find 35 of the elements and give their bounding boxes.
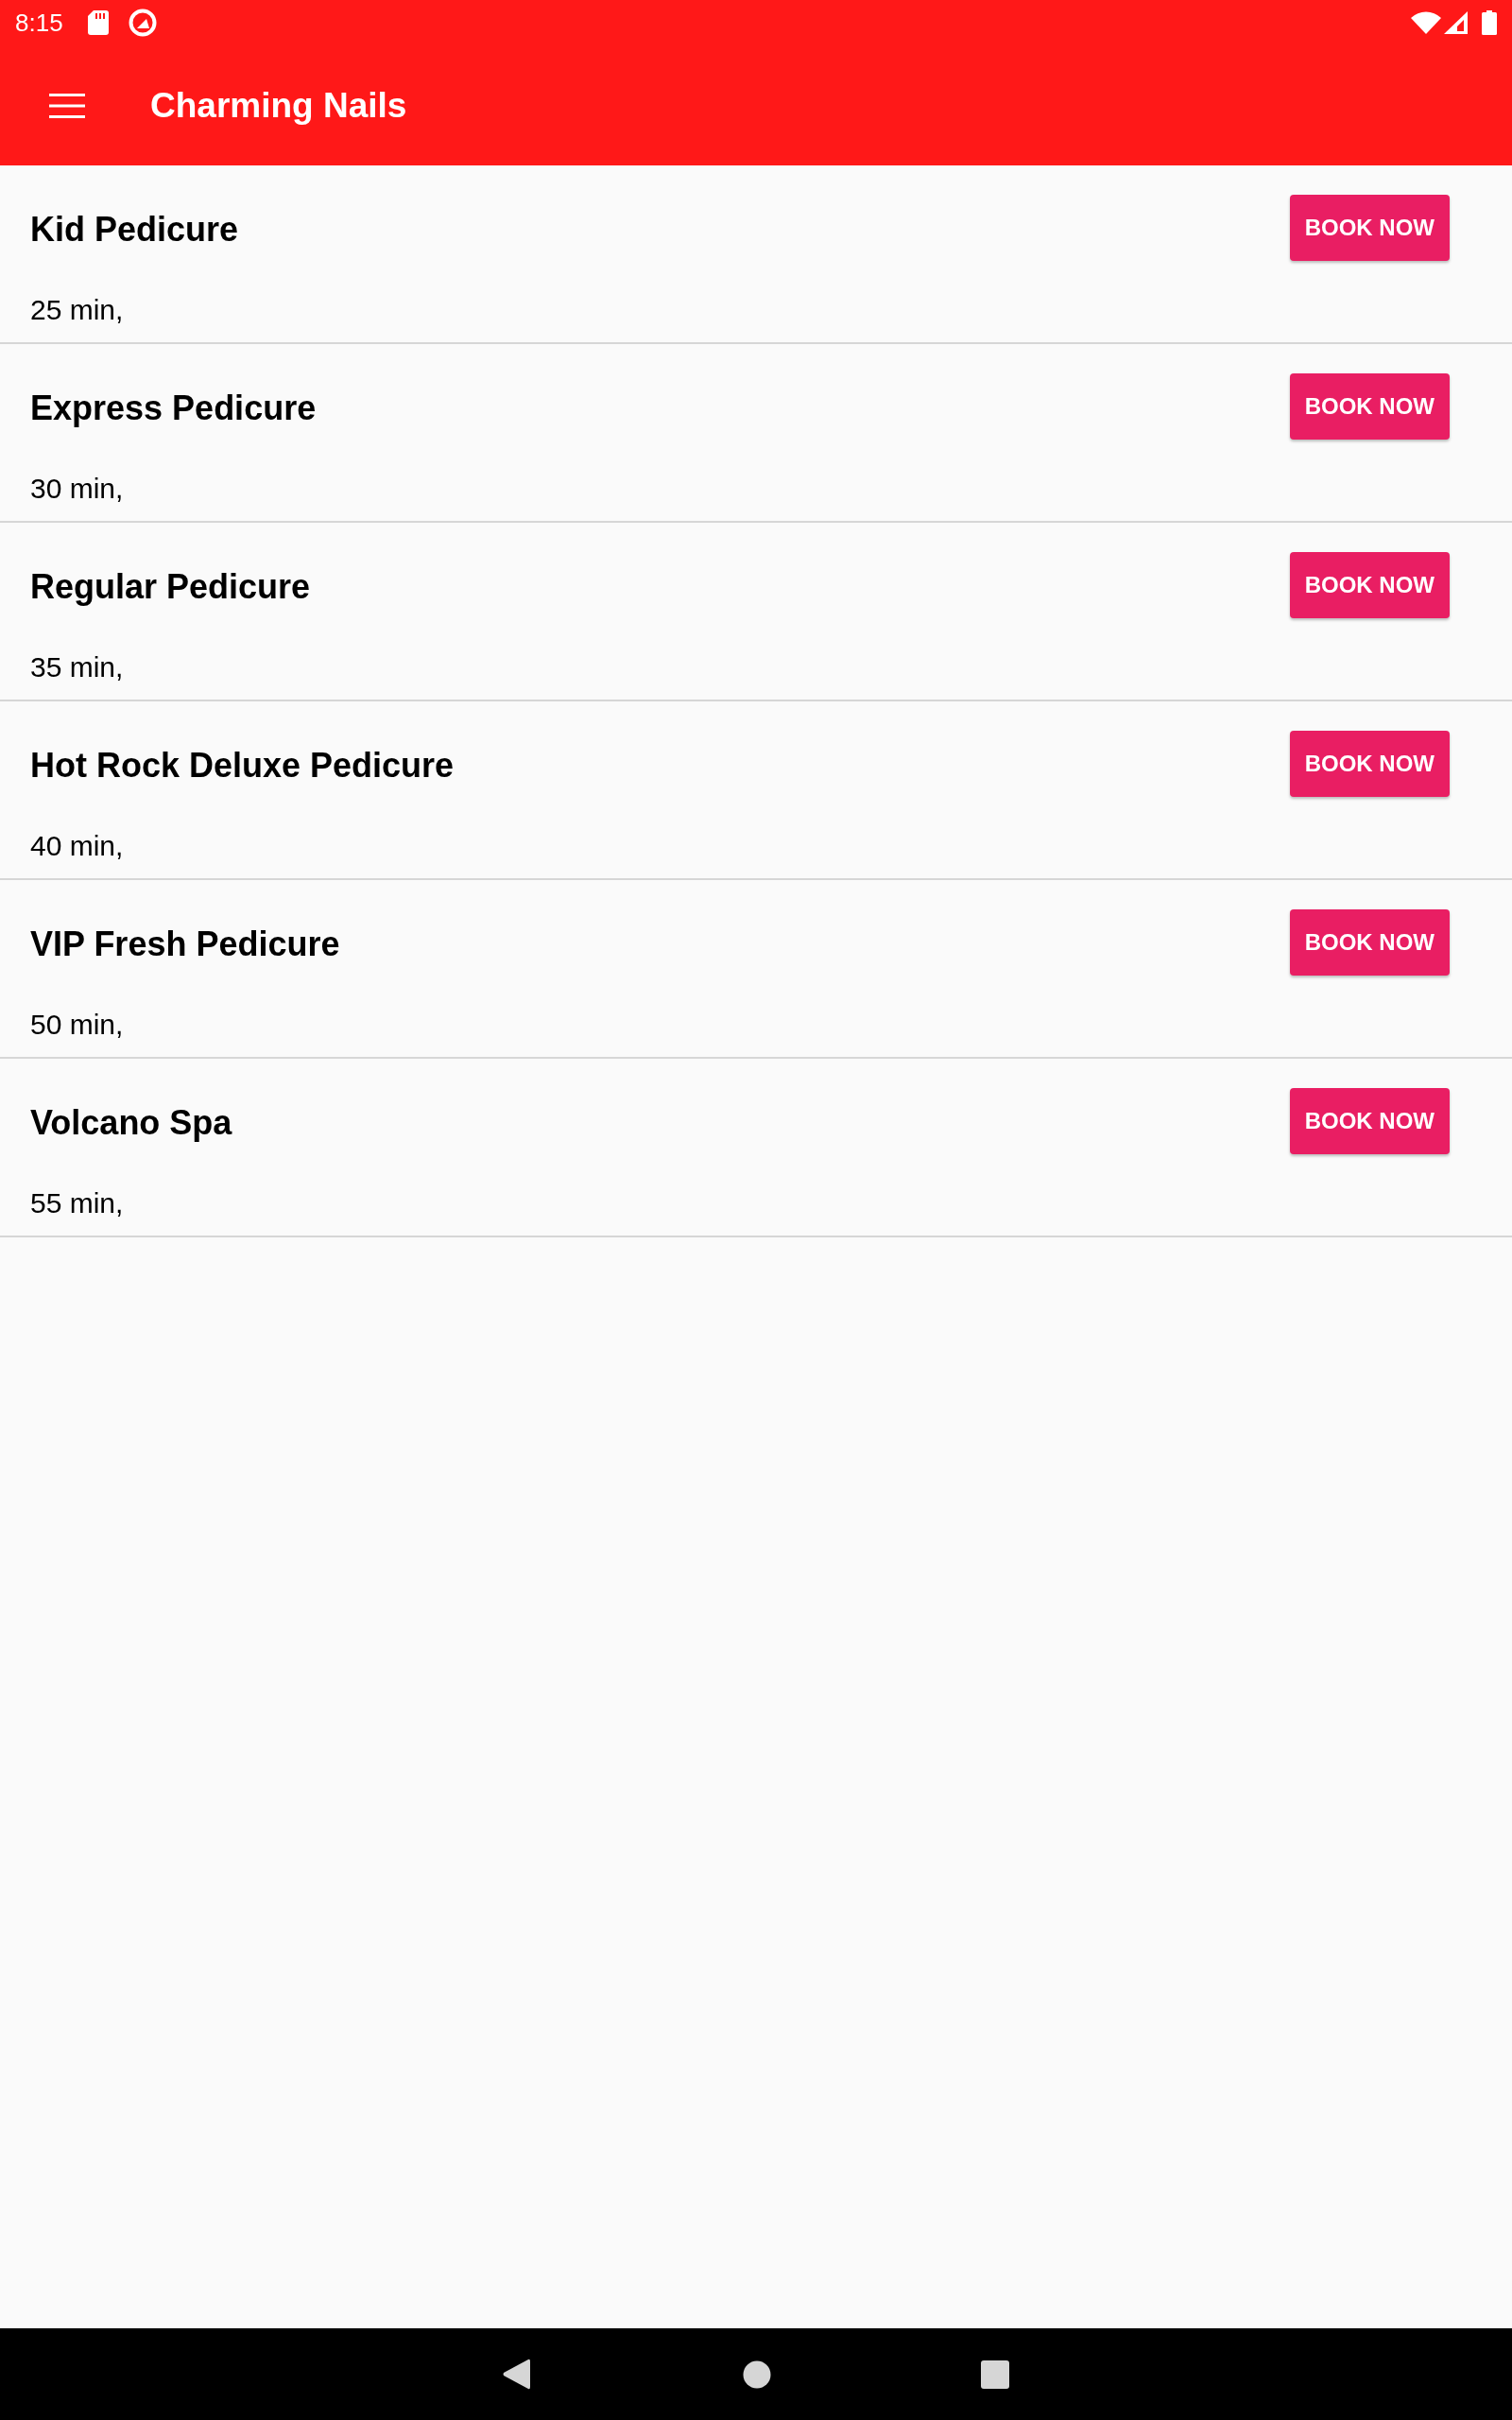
service-row[interactable]: VIP Fresh Pedicure BOOK NOW 50 min, xyxy=(0,880,1512,1059)
service-duration: 30 min, xyxy=(30,472,125,506)
battery-icon xyxy=(1482,10,1497,35)
service-row[interactable]: Hot Rock Deluxe Pedicure BOOK NOW 40 min, xyxy=(0,701,1512,880)
app-title: Charming Nails xyxy=(150,85,407,126)
signal-icon xyxy=(1444,11,1468,34)
service-name: Kid Pedicure xyxy=(30,209,239,250)
service-name: Regular Pedicure xyxy=(30,566,311,607)
service-name: Volcano Spa xyxy=(30,1102,232,1143)
ring-icon xyxy=(128,9,157,37)
back-icon[interactable] xyxy=(503,2359,530,2390)
sd-card-icon xyxy=(87,10,109,35)
service-name: Express Pedicure xyxy=(30,388,317,428)
status-time: 8:15 xyxy=(15,8,63,38)
service-duration: 25 min, xyxy=(30,293,125,327)
service-row[interactable]: Express Pedicure BOOK NOW 30 min, xyxy=(0,344,1512,523)
book-now-button[interactable]: BOOK NOW xyxy=(1289,909,1450,976)
menu-icon[interactable] xyxy=(49,93,85,118)
service-row[interactable]: Regular Pedicure BOOK NOW 35 min, xyxy=(0,523,1512,701)
service-duration: 40 min, xyxy=(30,829,125,863)
home-icon[interactable] xyxy=(743,2360,771,2389)
book-now-button[interactable]: BOOK NOW xyxy=(1289,1088,1450,1154)
service-row[interactable]: Volcano Spa BOOK NOW 55 min, xyxy=(0,1059,1512,1237)
book-now-button[interactable]: BOOK NOW xyxy=(1289,731,1450,797)
service-duration: 55 min, xyxy=(30,1186,125,1220)
service-duration: 35 min, xyxy=(30,650,125,684)
book-now-button[interactable]: BOOK NOW xyxy=(1289,373,1450,440)
recents-icon[interactable] xyxy=(981,2360,1009,2389)
wifi-icon xyxy=(1411,11,1441,34)
service-name: VIP Fresh Pedicure xyxy=(30,924,340,964)
book-now-button[interactable]: BOOK NOW xyxy=(1289,195,1450,261)
service-name: Hot Rock Deluxe Pedicure xyxy=(30,745,455,786)
service-row[interactable]: Kid Pedicure BOOK NOW 25 min, xyxy=(0,165,1512,344)
book-now-button[interactable]: BOOK NOW xyxy=(1289,552,1450,618)
service-duration: 50 min, xyxy=(30,1008,125,1042)
